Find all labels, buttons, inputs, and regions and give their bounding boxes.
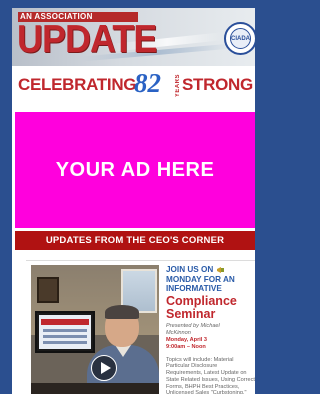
association-seal-logo: CIADA <box>224 22 255 55</box>
article-text-column: JOIN US ON MONDAY FOR AN INFORMATIVE Com… <box>166 265 255 394</box>
anniversary-right-text: STRONG <box>182 75 253 94</box>
screen-row <box>43 329 87 332</box>
megaphone-icon <box>216 266 224 273</box>
join-text-1: JOIN US ON <box>166 265 214 274</box>
masthead-banner: AN ASSOCIATION UPDATE CIADA <box>12 8 255 66</box>
screen-row <box>43 335 87 338</box>
section-heading: UPDATES FROM THE CEO'S CORNER <box>15 231 255 250</box>
event-time: 9:00am – Noon <box>166 343 206 350</box>
anniversary-banner: CELEBRATING 82 YEARS STRONG <box>12 68 255 98</box>
masthead-title: UPDATE <box>17 18 157 61</box>
presented-by: Presented by Michael <box>166 322 220 329</box>
event-date: Monday, April 3 <box>166 336 208 343</box>
anniversary-left-text: CELEBRATING <box>18 75 137 94</box>
join-line-1: JOIN US ON <box>166 265 255 275</box>
seal-label: CIADA <box>231 36 250 42</box>
desk <box>31 383 159 394</box>
seal-inner-ring: CIADA <box>230 28 251 49</box>
ad-text: YOUR AD HERE <box>55 158 215 181</box>
join-line-3: INFORMATIVE <box>166 284 222 293</box>
anniversary-years-word: YEARS <box>175 74 181 98</box>
article-block: JOIN US ON MONDAY FOR AN INFORMATIVE Com… <box>26 260 255 394</box>
screen-row <box>43 341 87 344</box>
headline-line-1[interactable]: Compliance <box>166 294 255 308</box>
play-triangle <box>101 362 111 374</box>
wall-picture-frame <box>37 277 59 303</box>
article-topics: Topics will include: Material Particular… <box>166 356 255 394</box>
play-icon[interactable] <box>91 355 117 381</box>
computer-monitor <box>35 311 95 353</box>
ad-placeholder[interactable]: YOUR AD HERE <box>15 112 255 228</box>
newsletter-frame: AN ASSOCIATION UPDATE CIADA CELEBRATING … <box>12 8 255 394</box>
screen-banner <box>41 319 89 325</box>
presenter-name: McKinnon <box>166 329 191 336</box>
headline-line-2[interactable]: Seminar <box>166 307 255 321</box>
join-line-2: MONDAY FOR AN <box>166 274 235 284</box>
monitor-screen <box>39 315 91 349</box>
anniversary-number: 82 <box>134 68 161 98</box>
presenter-hair <box>105 305 139 319</box>
video-thumbnail[interactable] <box>31 265 159 394</box>
